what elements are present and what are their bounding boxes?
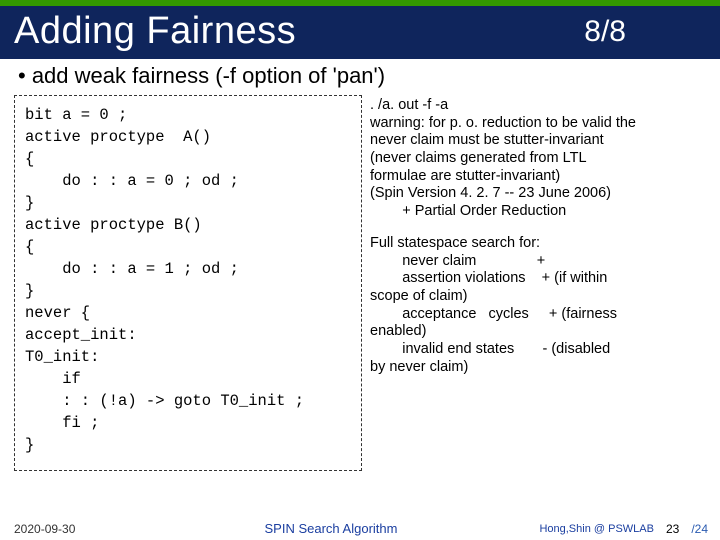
bullet-line: • add weak fairness (-f option of 'pan') bbox=[0, 59, 720, 95]
footer: 2020-09-30 SPIN Search Algorithm Hong,Sh… bbox=[0, 521, 720, 536]
footer-page: 23 bbox=[666, 522, 679, 536]
slide-title: Adding Fairness bbox=[14, 10, 584, 53]
output-para-1: . /a. out -f -a warning: for p. o. reduc… bbox=[370, 97, 708, 221]
output-para-2: Full statespace search for: never claim … bbox=[370, 235, 708, 377]
content-area: bit a = 0 ; active proctype A() { do : :… bbox=[0, 95, 720, 471]
footer-lab: Hong,Shin @ PSWLAB bbox=[539, 523, 654, 535]
footer-total: /24 bbox=[691, 522, 708, 536]
footer-right: Hong,Shin @ PSWLAB 23 /24 bbox=[498, 522, 708, 536]
output-column: . /a. out -f -a warning: for p. o. reduc… bbox=[370, 95, 708, 471]
title-band: Adding Fairness 8/8 bbox=[0, 6, 720, 59]
page-indicator: 8/8 bbox=[584, 15, 706, 49]
footer-center: SPIN Search Algorithm bbox=[164, 521, 498, 536]
footer-date: 2020-09-30 bbox=[14, 522, 164, 536]
code-block: bit a = 0 ; active proctype A() { do : :… bbox=[14, 95, 362, 471]
